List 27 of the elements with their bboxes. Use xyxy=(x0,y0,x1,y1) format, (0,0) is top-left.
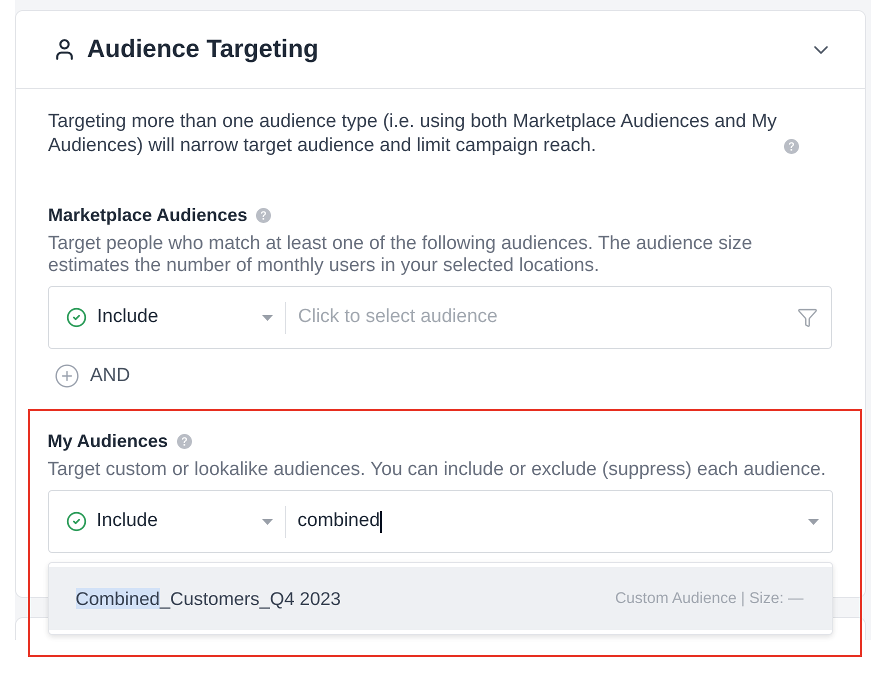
include-dropdown[interactable]: Include xyxy=(48,491,284,552)
check-circle-icon xyxy=(66,511,86,532)
check-circle-icon xyxy=(66,307,87,328)
plus-circle-icon xyxy=(54,363,80,390)
help-icon[interactable] xyxy=(256,208,272,222)
audience-search-field[interactable]: Click to select audience xyxy=(298,304,797,330)
audience-picker[interactable]: Include Click to select audience xyxy=(48,286,832,349)
audience-picker[interactable]: Include combined xyxy=(48,490,832,553)
filter-icon[interactable] xyxy=(797,307,818,328)
audience-search-field[interactable]: combined xyxy=(298,508,380,534)
suggestion-option[interactable]: Combined_Customers_Q4 2023 Custom Audience | Size: — xyxy=(48,567,832,630)
caret-icon[interactable] xyxy=(262,518,272,524)
group-description: Target custom or lookalike audiences. You can include or exclude (suppress) each audience. xyxy=(48,459,827,481)
option-name: Combined_Customers_Q4 2023 xyxy=(76,586,341,611)
help-icon[interactable] xyxy=(784,139,799,154)
caret-icon[interactable] xyxy=(808,518,818,524)
and-button[interactable]: AND xyxy=(54,362,130,390)
intro-text: Targeting more than one audience type (i.e. using both Marketplace Audiences and My Audiences) will narrow target audience and limit campaign reach. xyxy=(48,110,778,158)
group-title: My Audiences xyxy=(48,430,168,453)
group-title: Marketplace Audiences xyxy=(48,204,248,227)
caret-icon[interactable] xyxy=(262,314,273,320)
help-icon[interactable] xyxy=(176,434,192,448)
text-cursor-icon xyxy=(380,510,382,532)
group-description: Target people who match at least one of the following audiences. The audience size estimates the number of monthly users in your selected locations. xyxy=(48,233,754,277)
option-meta: Custom Audience | Size: — xyxy=(615,588,804,609)
include-dropdown[interactable]: Include xyxy=(49,287,285,348)
section-title: Audience Targeting xyxy=(87,34,319,65)
